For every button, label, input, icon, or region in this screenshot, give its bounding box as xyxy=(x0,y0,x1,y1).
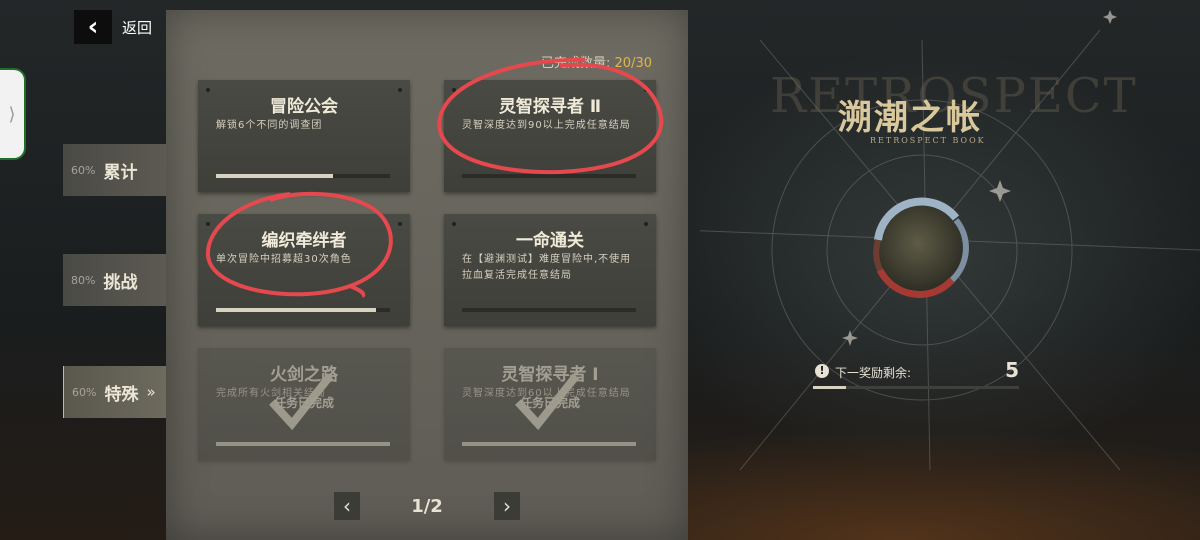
progress-fill xyxy=(462,442,636,446)
progress-bar xyxy=(216,442,390,446)
card-title: 一命通关 xyxy=(516,231,584,251)
achievement-card-completed[interactable]: 火剑之路 完成所有火剑相关结局 任务已完成 xyxy=(198,348,410,460)
achievement-panel: 已完成数量: 20/30 冒险公会 解锁6个不同的调查团 灵智探寻者 Ⅱ 灵智深… xyxy=(166,10,688,540)
progress-bar xyxy=(462,308,636,312)
card-description: 灵智深度达到90以上完成任意结局 xyxy=(462,120,631,131)
completion-count-label: 已完成数量: xyxy=(541,56,611,71)
next-reward: ! 下一奖励剩余: 5 xyxy=(813,358,1023,390)
progress-bar xyxy=(462,442,636,446)
chevron-left-icon: ‹ xyxy=(74,10,112,44)
reward-progress-bar xyxy=(813,386,1019,389)
tab-percent: 60% xyxy=(71,163,96,177)
book-title: RETROSPECT 溯潮之帐 RETROSPECT BOOK xyxy=(760,68,1136,158)
progress-bar xyxy=(462,174,636,178)
side-handle[interactable]: ⟩ xyxy=(0,70,24,158)
card-title: 冒险公会 xyxy=(270,97,338,117)
completion-count: 已完成数量: 20/30 xyxy=(541,52,652,71)
achievement-card-completed[interactable]: 灵智探寻者 Ⅰ 灵智深度达到60以上完成任意结局 任务已完成 xyxy=(444,348,656,460)
next-page-button[interactable]: › xyxy=(494,492,520,520)
pagination: ‹ 1/2 › xyxy=(166,492,688,522)
tab-label: 挑战 xyxy=(103,272,138,293)
tab-percent: 80% xyxy=(71,273,96,287)
card-title: 灵智探寻者 Ⅱ xyxy=(498,97,602,117)
double-chevron-icon: » xyxy=(146,383,156,401)
achievement-card[interactable]: 灵智探寻者 Ⅱ 灵智深度达到90以上完成任意结局 xyxy=(444,80,656,192)
book-subtitle: RETROSPECT BOOK xyxy=(870,136,986,145)
tab-challenge[interactable]: 80% 挑战 xyxy=(63,254,167,306)
exclamation-icon: ! xyxy=(815,364,829,378)
achievement-card[interactable]: 一命通关 在【避渊测试】难度冒险中,不使用拉血复活完成任意结局 xyxy=(444,214,656,326)
completed-stamp: 任务已完成 xyxy=(273,396,334,410)
completion-count-value: 20/30 xyxy=(614,56,652,71)
orb-icon xyxy=(873,197,969,298)
next-reward-label: 下一奖励剩余: xyxy=(835,366,912,380)
card-description: 在【避渊测试】难度冒险中,不使用拉血复活完成任意结局 xyxy=(462,254,632,281)
progress-bar xyxy=(216,174,390,178)
back-label: 返回 xyxy=(122,18,153,37)
back-button[interactable]: ‹ 返回 xyxy=(74,10,152,44)
tab-percent: 60% xyxy=(72,385,97,399)
tab-label: 累计 xyxy=(103,162,138,183)
achievement-card[interactable]: 编织牵绊者 单次冒险中招募超30次角色 xyxy=(198,214,410,326)
card-description: 单次冒险中招募超30次角色 xyxy=(216,254,352,265)
tab-label: 特殊 xyxy=(104,384,139,405)
card-title: 编织牵绊者 xyxy=(261,231,347,251)
card-description: 解锁6个不同的调查团 xyxy=(216,120,323,131)
completed-stamp: 任务已完成 xyxy=(519,396,580,410)
progress-fill xyxy=(216,308,377,312)
page-indicator: 1/2 xyxy=(411,496,443,517)
tab-special[interactable]: 60% 特殊 » xyxy=(63,366,167,418)
achievement-card[interactable]: 冒险公会 解锁6个不同的调查团 xyxy=(198,80,410,192)
progress-fill xyxy=(216,174,333,178)
reward-progress-fill xyxy=(813,386,846,389)
next-reward-value: 5 xyxy=(1005,358,1019,382)
tab-cumulative[interactable]: 60% 累计 xyxy=(63,144,167,196)
book-title-main: 溯潮之帐 xyxy=(838,98,982,138)
progress-fill xyxy=(462,308,636,312)
progress-fill xyxy=(216,442,390,446)
progress-bar xyxy=(216,308,390,312)
